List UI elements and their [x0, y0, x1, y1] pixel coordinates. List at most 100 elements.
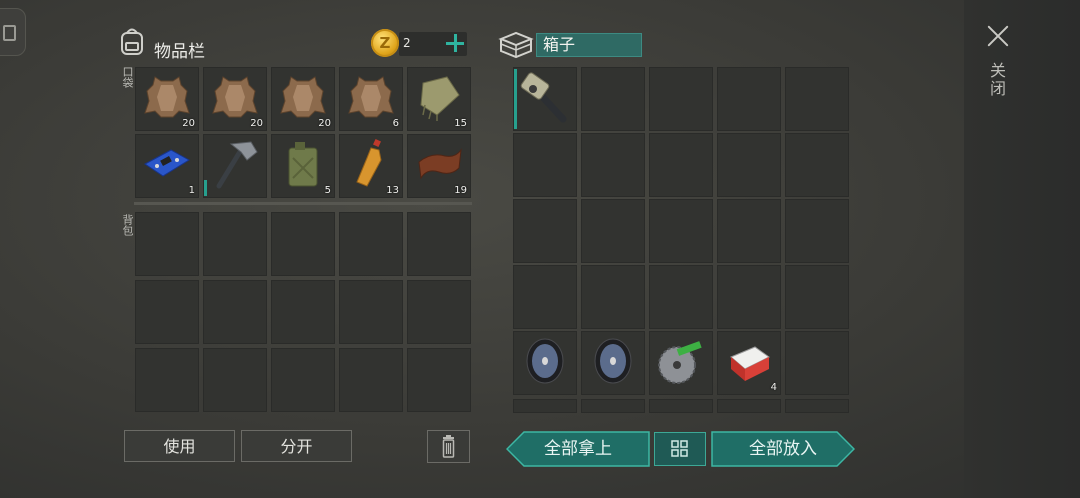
- slot-backpack-6[interactable]: [203, 280, 267, 344]
- close-icon[interactable]: [986, 24, 1010, 48]
- slot-pocket-3[interactable]: 6: [339, 67, 403, 131]
- slot-chest-23[interactable]: 4: [717, 331, 781, 395]
- use-button[interactable]: 使用: [124, 430, 235, 462]
- slot-chest-21[interactable]: [581, 331, 645, 395]
- slot-backpack-8[interactable]: [339, 280, 403, 344]
- pocket-label: 口袋: [121, 66, 134, 88]
- item-quantity: 15: [454, 118, 467, 129]
- slot-chest-14[interactable]: [785, 199, 849, 263]
- slot-chest-16[interactable]: [581, 265, 645, 329]
- slot-chest-13[interactable]: [717, 199, 781, 263]
- box-icon: [498, 31, 534, 59]
- backpack-icon: [121, 28, 143, 55]
- slot-backpack-2[interactable]: [271, 212, 335, 276]
- slot-chest-2[interactable]: [649, 67, 713, 131]
- slot-chest-29[interactable]: [785, 399, 849, 413]
- backpack-label: 背包: [121, 214, 134, 236]
- slot-backpack-4[interactable]: [407, 212, 471, 276]
- slot-pocket-8[interactable]: 13: [339, 134, 403, 198]
- item-quantity: 5: [324, 185, 331, 196]
- slot-chest-5[interactable]: [513, 133, 577, 197]
- slot-chest-27[interactable]: [649, 399, 713, 413]
- slot-pocket-1[interactable]: 20: [203, 67, 267, 131]
- slot-chest-4[interactable]: [785, 67, 849, 131]
- slot-backpack-14[interactable]: [407, 348, 471, 412]
- box-name-field[interactable]: 箱子: [536, 33, 642, 57]
- grid-sort-icon: [671, 440, 688, 457]
- chainsaw-icon: [520, 72, 567, 123]
- slot-chest-6[interactable]: [581, 133, 645, 197]
- item-quantity: 20: [318, 118, 331, 129]
- take-all-button[interactable]: 全部拿上: [506, 431, 650, 467]
- slot-chest-20[interactable]: [513, 331, 577, 395]
- circuit-board-icon: [144, 149, 190, 177]
- coin-count: 2: [403, 36, 411, 50]
- item-quantity: 13: [386, 185, 399, 196]
- trash-icon: [442, 435, 455, 458]
- slot-chest-19[interactable]: [785, 265, 849, 329]
- sort-button[interactable]: [654, 432, 706, 466]
- close-label[interactable]: 关闭: [987, 62, 1008, 98]
- right-panel: [964, 0, 1080, 498]
- saw-blade-icon: [658, 341, 702, 384]
- hide-icon: [280, 76, 326, 118]
- trash-button[interactable]: [427, 430, 470, 463]
- slot-chest-26[interactable]: [581, 399, 645, 413]
- slot-chest-17[interactable]: [649, 265, 713, 329]
- slot-pocket-2[interactable]: 20: [271, 67, 335, 131]
- slot-backpack-11[interactable]: [203, 348, 267, 412]
- slot-pocket-9[interactable]: 19: [407, 134, 471, 198]
- slot-pocket-0[interactable]: 20: [135, 67, 199, 131]
- slot-chest-24[interactable]: [785, 331, 849, 395]
- hide-icon: [212, 76, 258, 118]
- slot-chest-25[interactable]: [513, 399, 577, 413]
- slot-chest-7[interactable]: [649, 133, 713, 197]
- wheel-icon: [526, 338, 564, 384]
- item-quantity: 19: [454, 185, 467, 196]
- slot-chest-0[interactable]: [513, 67, 577, 131]
- slot-chest-15[interactable]: [513, 265, 577, 329]
- slot-chest-9[interactable]: [785, 133, 849, 197]
- slot-backpack-0[interactable]: [135, 212, 199, 276]
- slot-backpack-3[interactable]: [339, 212, 403, 276]
- put-all-label: 全部放入: [749, 439, 817, 459]
- wheel-icon: [594, 338, 632, 384]
- leather-icon: [418, 148, 462, 180]
- slot-chest-22[interactable]: [649, 331, 713, 395]
- slot-chest-10[interactable]: [513, 199, 577, 263]
- add-coins-button[interactable]: [445, 32, 465, 54]
- item-quantity: 4: [770, 382, 777, 393]
- hide-icon: [144, 76, 190, 118]
- durability-bar: [204, 180, 207, 196]
- slot-chest-11[interactable]: [581, 199, 645, 263]
- slot-backpack-12[interactable]: [271, 348, 335, 412]
- slot-backpack-13[interactable]: [339, 348, 403, 412]
- split-button[interactable]: 分开: [241, 430, 352, 462]
- hatchet-icon: [216, 141, 258, 189]
- slot-chest-18[interactable]: [717, 265, 781, 329]
- slot-pocket-6[interactable]: [203, 134, 267, 198]
- slot-chest-3[interactable]: [717, 67, 781, 131]
- slot-pocket-7[interactable]: 5: [271, 134, 335, 198]
- slot-backpack-9[interactable]: [407, 280, 471, 344]
- cigarettes-icon: [730, 346, 770, 381]
- slot-chest-12[interactable]: [649, 199, 713, 263]
- slot-backpack-1[interactable]: [203, 212, 267, 276]
- slot-chest-28[interactable]: [717, 399, 781, 413]
- coin-icon: Z: [371, 29, 399, 57]
- item-quantity: 20: [250, 118, 263, 129]
- pocket-divider: [134, 202, 472, 205]
- cloth-icon: [420, 76, 460, 121]
- item-quantity: 20: [182, 118, 195, 129]
- slot-backpack-10[interactable]: [135, 348, 199, 412]
- slot-pocket-5[interactable]: 1: [135, 134, 199, 198]
- slot-backpack-7[interactable]: [271, 280, 335, 344]
- put-all-button[interactable]: 全部放入: [711, 431, 855, 467]
- side-menu-button[interactable]: [0, 8, 26, 56]
- hide-icon: [348, 76, 394, 118]
- slot-pocket-4[interactable]: 15: [407, 67, 471, 131]
- slot-backpack-5[interactable]: [135, 280, 199, 344]
- slot-chest-8[interactable]: [717, 133, 781, 197]
- jerry-can-icon: [288, 142, 318, 187]
- slot-chest-1[interactable]: [581, 67, 645, 131]
